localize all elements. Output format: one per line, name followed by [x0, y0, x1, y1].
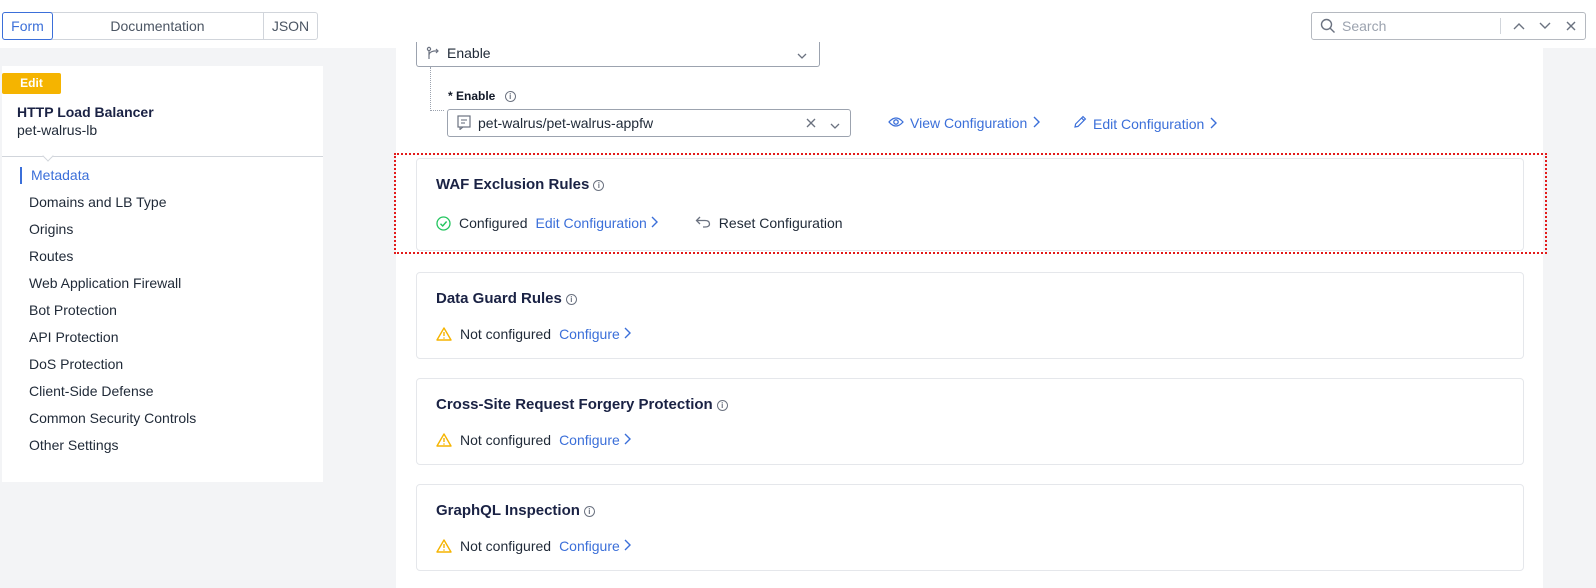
chevron-right-icon: [624, 538, 632, 554]
warning-icon: [436, 433, 452, 447]
eye-icon: [888, 115, 904, 131]
edit-configuration-link[interactable]: Edit Configuration: [1073, 115, 1218, 132]
branch-icon: [426, 46, 440, 63]
edit-configuration-label: Edit Configuration: [1093, 115, 1205, 132]
status-text: Not configured: [460, 432, 552, 448]
active-indicator: [20, 167, 22, 184]
configure-link[interactable]: Configure: [559, 432, 632, 448]
info-icon[interactable]: i: [565, 293, 577, 305]
status-text: Not configured: [460, 538, 552, 554]
section-csrf-protection: Cross-Site Request Forgery Protection i N…: [416, 378, 1524, 465]
enable-field-label: * Enable i: [448, 89, 516, 103]
info-icon[interactable]: i: [716, 399, 728, 411]
search-separator: [1500, 18, 1501, 34]
section-title: Cross-Site Request Forgery Protection i: [436, 396, 728, 413]
configure-link[interactable]: Configure: [559, 326, 632, 342]
clear-icon[interactable]: [806, 115, 816, 131]
sidebar-item-common-security[interactable]: Common Security Controls: [29, 410, 196, 426]
sidebar-item-api-protection[interactable]: API Protection: [29, 329, 119, 345]
chevron-down-icon: [797, 46, 807, 62]
status-text: Not configured: [460, 326, 552, 342]
sidebar-item-origins[interactable]: Origins: [29, 221, 73, 237]
view-configuration-link[interactable]: View Configuration: [888, 115, 1041, 131]
search-input[interactable]: [1342, 16, 1502, 36]
enable-label-text: * Enable: [448, 89, 496, 103]
info-icon[interactable]: i: [504, 91, 516, 103]
chevron-up-icon[interactable]: [1510, 17, 1528, 35]
object-type-title: HTTP Load Balancer: [17, 104, 154, 120]
sidebar-item-routes[interactable]: Routes: [29, 248, 73, 264]
chevron-right-icon: [1033, 115, 1041, 131]
sidebar-item-client-side-defense[interactable]: Client-Side Defense: [29, 383, 154, 399]
tab-form[interactable]: Form: [2, 12, 53, 40]
sidebar-item-waf[interactable]: Web Application Firewall: [29, 275, 181, 291]
tab-documentation[interactable]: Documentation: [52, 13, 264, 39]
section-title: GraphQL Inspection i: [436, 502, 595, 519]
section-data-guard-rules: Data Guard Rules i Not configured Configu…: [416, 272, 1524, 359]
section-status: Not configured Configure: [436, 538, 632, 554]
view-mode-tabs: Form Documentation JSON: [2, 12, 318, 40]
sidebar-item-other-settings[interactable]: Other Settings: [29, 437, 119, 453]
app-firewall-value: pet-walrus/pet-walrus-appfw: [478, 115, 654, 131]
info-icon[interactable]: i: [583, 505, 595, 517]
highlight-box: [394, 153, 1547, 254]
waf-mode-value: Enable: [447, 45, 491, 61]
sidebar-item-bot-protection[interactable]: Bot Protection: [29, 302, 117, 318]
configure-label: Configure: [559, 538, 620, 554]
app-firewall-select[interactable]: pet-walrus/pet-walrus-appfw: [447, 109, 851, 137]
search-icon: [1320, 18, 1336, 37]
chevron-down-icon[interactable]: [1536, 17, 1554, 35]
view-configuration-label: View Configuration: [910, 115, 1028, 131]
section-graphql-inspection: GraphQL Inspection i Not configured Confi…: [416, 484, 1524, 571]
section-title-text: Data Guard Rules: [436, 290, 562, 307]
section-status: Not configured Configure: [436, 432, 632, 448]
sidebar-item-dos-protection[interactable]: DoS Protection: [29, 356, 123, 372]
chevron-right-icon: [624, 326, 632, 342]
waf-mode-select[interactable]: Enable: [416, 42, 820, 67]
sidebar-item-metadata[interactable]: Metadata: [31, 167, 89, 183]
sidebar-item-domains[interactable]: Domains and LB Type: [29, 194, 167, 210]
chevron-right-icon: [624, 432, 632, 448]
chevron-right-icon: [1210, 116, 1218, 132]
edit-badge: Edit: [2, 73, 61, 94]
right-gutter: [1543, 48, 1596, 588]
warning-icon: [436, 327, 452, 341]
document-icon: [457, 115, 471, 133]
section-title-text: Cross-Site Request Forgery Protection: [436, 396, 713, 413]
configure-link[interactable]: Configure: [559, 538, 632, 554]
warning-icon: [436, 539, 452, 553]
pencil-icon: [1073, 115, 1087, 132]
configure-label: Configure: [559, 432, 620, 448]
section-title: Data Guard Rules i: [436, 290, 577, 307]
tree-connector: [430, 110, 444, 111]
chevron-down-icon[interactable]: [830, 116, 840, 132]
section-status: Not configured Configure: [436, 326, 632, 342]
object-name: pet-walrus-lb: [17, 122, 98, 138]
tab-json[interactable]: JSON: [264, 13, 317, 39]
search-box: [1311, 12, 1586, 40]
tree-connector: [430, 67, 431, 111]
section-title-text: GraphQL Inspection: [436, 502, 580, 519]
close-icon[interactable]: [1562, 17, 1580, 35]
configure-label: Configure: [559, 326, 620, 342]
